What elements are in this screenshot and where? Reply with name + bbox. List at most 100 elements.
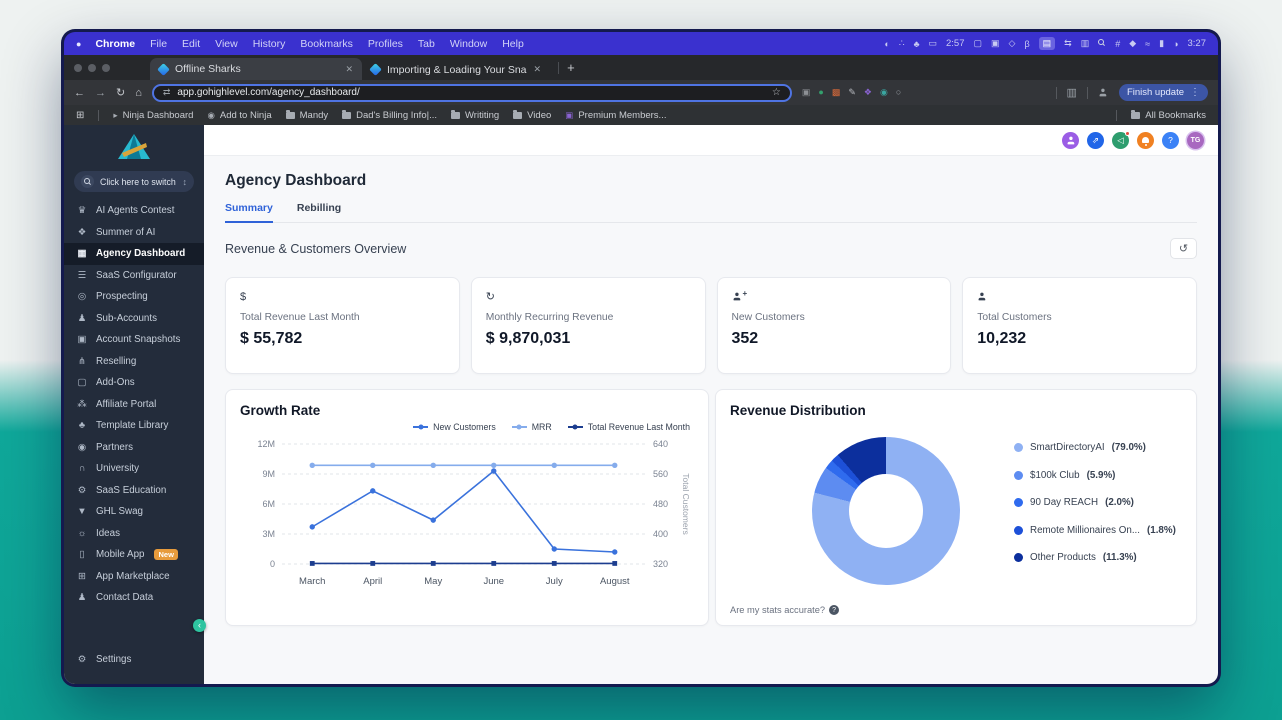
sidebar-item-ai-agents-contest[interactable]: ♛AI Agents Contest	[64, 200, 204, 222]
announcements-button[interactable]: ◁	[1112, 132, 1129, 149]
keyboard-icon[interactable]: ▤	[1039, 37, 1056, 50]
site-settings-icon[interactable]: ⇄	[163, 87, 171, 98]
account-switcher[interactable]: Click here to switch ↕	[74, 171, 194, 192]
bookmark-add-to-ninja[interactable]: ◉Add to Ninja	[207, 110, 271, 121]
bookmark-writiting[interactable]: Writiting	[451, 110, 499, 121]
sidebar-item-sub-accounts[interactable]: ♟Sub-Accounts	[64, 308, 204, 330]
help-button[interactable]: ?	[1162, 132, 1179, 149]
zoom-window-button[interactable]	[102, 64, 110, 72]
traffic-lights[interactable]	[74, 64, 110, 72]
notifications-button[interactable]	[1137, 132, 1154, 149]
finish-update-button[interactable]: Finish update ⋮	[1119, 84, 1208, 101]
bookmark-mandy[interactable]: Mandy	[286, 110, 329, 121]
sidebar-item-account-snapshots[interactable]: ▣Account Snapshots	[64, 329, 204, 351]
new-tab-button[interactable]: +	[567, 60, 575, 75]
bluetooth-icon[interactable]: β	[1024, 39, 1029, 49]
address-bar[interactable]: ⇄ app.gohighlevel.com/agency_dashboard/ …	[152, 84, 792, 102]
info-icon[interactable]: ?	[829, 605, 839, 615]
menu-item-tab[interactable]: Tab	[418, 38, 435, 50]
claw-icon[interactable]: ♣	[914, 39, 920, 49]
sidebar-item-agency-dashboard[interactable]: ▦Agency Dashboard	[64, 243, 204, 265]
menu-item-help[interactable]: Help	[502, 38, 524, 50]
sidebar-item-reselling[interactable]: ⋔Reselling	[64, 351, 204, 373]
minimize-window-button[interactable]	[88, 64, 96, 72]
switch-account-button[interactable]	[1062, 132, 1079, 149]
all-bookmarks-button[interactable]: All Bookmarks	[1131, 110, 1206, 121]
back-button[interactable]: ←	[74, 87, 85, 99]
clock[interactable]: 3:27	[1188, 38, 1207, 49]
forward-button[interactable]: →	[95, 87, 106, 99]
eyedropper-ext-icon[interactable]: ✎	[848, 88, 856, 97]
sidebar-item-ghl-swag[interactable]: ▼GHL Swag	[64, 501, 204, 523]
apple-logo-icon[interactable]: ●	[76, 39, 81, 49]
box-icon[interactable]: ▣	[991, 38, 1000, 49]
sidebar-item-prospecting[interactable]: ◎Prospecting	[64, 286, 204, 308]
apps-grid-icon[interactable]: ⊞	[76, 110, 84, 121]
hub-icon[interactable]: ∴	[899, 38, 905, 49]
green-orb-ext-icon[interactable]: ●	[818, 88, 823, 97]
tab-rebilling[interactable]: Rebilling	[297, 202, 341, 222]
recording-timer[interactable]: 2:57	[946, 38, 965, 49]
sidebar-item-contact-data[interactable]: ♟Contact Data	[64, 587, 204, 609]
menu-item-profiles[interactable]: Profiles	[368, 38, 403, 50]
sidebar-item-partners[interactable]: ◉Partners	[64, 437, 204, 459]
camera-ext-icon[interactable]: ▣	[802, 88, 811, 97]
purple-ext-icon[interactable]: ❖	[864, 88, 872, 97]
battery-case-icon[interactable]: ▭	[928, 38, 937, 49]
menu-item-history[interactable]: History	[253, 38, 286, 50]
menu-item-view[interactable]: View	[215, 38, 238, 50]
menu-item-chrome[interactable]: Chrome	[95, 38, 135, 50]
screen-mirroring-icon[interactable]: ◐	[884, 39, 889, 49]
sidebar-item-template-library[interactable]: ♣Template Library	[64, 415, 204, 437]
profile-avatar[interactable]: TG	[1187, 132, 1204, 149]
browser-menu-icon[interactable]: ⋮	[1190, 87, 1200, 98]
battery-icon[interactable]: ▮	[1159, 38, 1164, 49]
palette-ext-icon[interactable]: ▩	[832, 88, 841, 97]
sidebar-item-mobile-app[interactable]: ▯Mobile AppNew	[64, 544, 204, 566]
tab-close-icon[interactable]: ✕	[345, 64, 353, 75]
browser-tab-2[interactable]: Importing & Loading Your Sna✕	[362, 59, 550, 80]
sidebar-item-add-ons[interactable]: ▢Add-Ons	[64, 372, 204, 394]
sidebar-collapse-toggle[interactable]: ‹	[193, 619, 206, 632]
shortcuts-icon[interactable]: ◆	[1129, 38, 1136, 49]
display-icon[interactable]: ▥	[1081, 38, 1090, 49]
bookmark-premium-members-[interactable]: ▣Premium Members...	[565, 110, 666, 121]
home-button[interactable]: ⌂	[135, 87, 142, 99]
reload-button[interactable]: ↻	[116, 86, 125, 99]
teal-ext-icon[interactable]: ◉	[880, 88, 888, 97]
tab-close-icon[interactable]: ✕	[534, 64, 542, 75]
sidebar-item-university[interactable]: ∩University	[64, 458, 204, 480]
menu-item-edit[interactable]: Edit	[182, 38, 200, 50]
bookmark-dad-s-billing-info-[interactable]: Dad's Billing Info|...	[342, 110, 437, 121]
dropbox-icon[interactable]: ◇	[1009, 38, 1016, 49]
sidebar-item-app-marketplace[interactable]: ⊞App Marketplace	[64, 566, 204, 588]
keychain-icon[interactable]: #	[1115, 39, 1120, 49]
launchpad-button[interactable]: ⇗	[1087, 132, 1104, 149]
menu-item-window[interactable]: Window	[450, 38, 487, 50]
browser-tab-1[interactable]: Offline Sharks✕	[150, 58, 362, 80]
refresh-section-button[interactable]: ↺	[1170, 238, 1197, 259]
wifi-icon[interactable]: ≈	[1145, 39, 1150, 49]
url-text[interactable]: app.gohighlevel.com/agency_dashboard/	[177, 87, 764, 98]
bookmark-ninja-dashboard[interactable]: ▸Ninja Dashboard	[113, 110, 193, 121]
menu-item-bookmarks[interactable]: Bookmarks	[300, 38, 353, 50]
sidebar-item-saas-education[interactable]: ⚙SaaS Education	[64, 480, 204, 502]
sidebar-item-affiliate-portal[interactable]: ⁂Affiliate Portal	[64, 394, 204, 416]
profile-icon[interactable]	[1099, 89, 1107, 97]
side-panel-icon[interactable]: ▥	[1067, 86, 1077, 99]
tab-summary[interactable]: Summary	[225, 202, 273, 223]
bookmark-video[interactable]: Video	[513, 110, 551, 121]
toggles-icon[interactable]: ⇆	[1064, 38, 1072, 49]
menu-item-file[interactable]: File	[150, 38, 167, 50]
sidebar-item-ideas[interactable]: ☼Ideas	[64, 523, 204, 545]
stats-accuracy-note[interactable]: Are my stats accurate? ?	[730, 605, 839, 615]
search-icon[interactable]	[1098, 39, 1106, 49]
cast-icon[interactable]: ▢	[974, 38, 983, 49]
sidebar-item-summer-of-ai[interactable]: ❖Summer of AI	[64, 222, 204, 244]
bookmark-star-icon[interactable]: ☆	[772, 87, 781, 98]
close-window-button[interactable]	[74, 64, 82, 72]
sidebar-item-settings[interactable]: ⚙ Settings	[76, 649, 192, 671]
fast-user-switch-icon[interactable]: ◑	[1173, 39, 1178, 49]
sidebar-item-saas-configurator[interactable]: ☰SaaS Configurator	[64, 265, 204, 287]
ring-ext-icon[interactable]: ○	[896, 88, 901, 97]
